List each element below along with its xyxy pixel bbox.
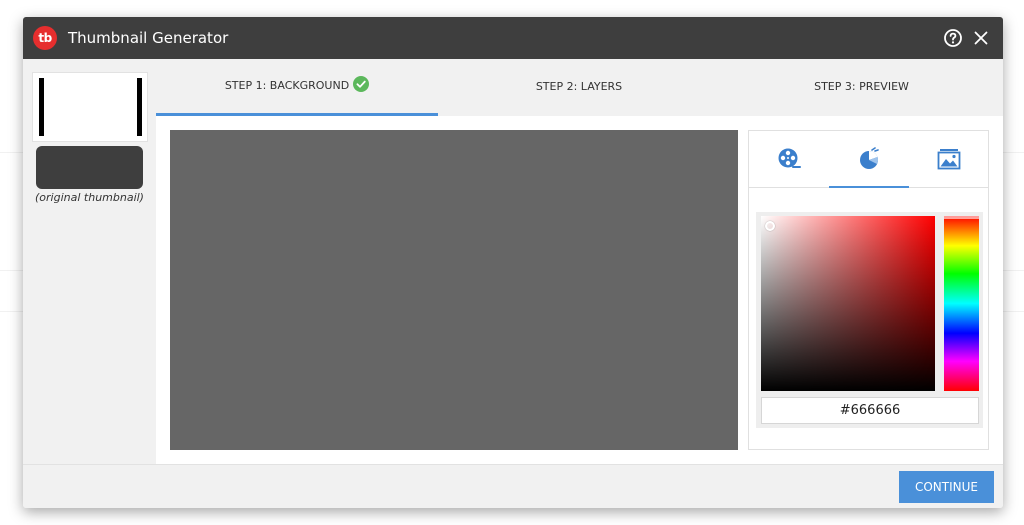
thumbnail-generator-dialog: tb Thumbnail Generator (original thumbna… [23,17,1003,508]
tab-image[interactable] [909,131,989,188]
continue-button[interactable]: CONTINUE [899,471,994,503]
image-gallery-icon [937,149,961,170]
original-thumbnail[interactable] [36,146,143,189]
hue-slider[interactable] [944,216,979,391]
step-content: #666666 [156,116,1003,464]
tab-step-preview[interactable]: STEP 3: PREVIEW [720,59,1003,116]
dialog-titlebar: tb Thumbnail Generator [23,17,1003,59]
tab-solid-color[interactable] [829,131,909,188]
dialog-title: Thumbnail Generator [68,29,229,47]
tab-step-layers[interactable]: STEP 2: LAYERS [438,59,720,116]
tab-step-background-label: STEP 1: BACKGROUND [224,79,350,92]
generated-thumbnail-preview[interactable] [32,72,148,142]
hex-color-input[interactable]: #666666 [761,397,979,424]
color-palette-icon [860,147,879,169]
thumbnail-sidebar: (original thumbnail) [23,59,156,464]
background-preview [170,130,738,450]
tubebuddy-logo: tb [33,26,57,50]
tab-step-preview-label: STEP 3: PREVIEW [814,80,909,93]
saturation-handle[interactable] [765,221,775,231]
tab-step-layers-label: STEP 2: LAYERS [535,80,623,93]
background-type-tabs [749,131,988,188]
original-thumbnail-caption: (original thumbnail) [35,191,144,204]
thumbnail-bar-left [39,78,44,136]
tab-video-frame[interactable] [749,131,829,188]
help-icon[interactable] [943,28,963,48]
film-reel-icon [778,148,801,168]
dialog-footer: CONTINUE [23,464,1003,508]
tab-step-background[interactable]: STEP 1: BACKGROUND [156,59,438,116]
hue-slider-handle[interactable] [944,216,979,219]
saturation-brightness-area[interactable] [761,216,935,391]
thumbnail-bar-right [137,78,142,136]
check-circle-icon [353,76,370,92]
background-options-panel: #666666 [748,130,989,450]
close-icon[interactable] [971,28,991,48]
color-picker: #666666 [756,212,983,428]
step-tabs: STEP 1: BACKGROUND STEP 2: LAYERS STEP 3… [156,59,1003,116]
